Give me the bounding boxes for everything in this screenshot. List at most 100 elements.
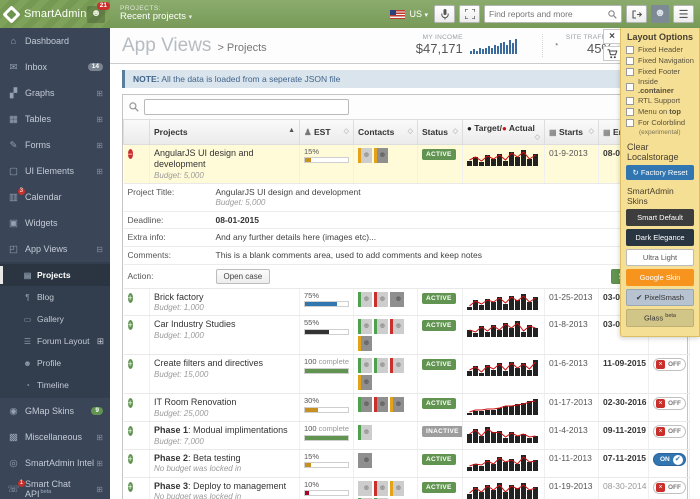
activity-button[interactable]: ☻21 [87,6,105,23]
tracked-toggle-on[interactable]: ON✔ [653,453,686,466]
contact-avatar[interactable]: ☻ [374,358,388,373]
table-row[interactable]: −AngularJS UI design and development Bud… [124,145,690,184]
sidebar-item-forms[interactable]: ✎Forms⊞ [0,132,110,158]
contact-avatar[interactable]: ☻ [390,397,404,412]
menu-toggle-button[interactable]: ☰ [673,5,694,23]
col-status[interactable]: Status◇ [418,120,463,145]
contact-avatar[interactable]: ☻ [390,319,404,334]
skin-button-pixelsmash[interactable]: ✔ PixelSmash [626,289,694,306]
sidebar-item-tables[interactable]: ▦Tables⊞ [0,106,110,132]
table-row[interactable]: +Phase 3: Deploy to management No budget… [124,477,690,499]
expand-plus-icon[interactable]: ⊞ [96,141,103,150]
sidebar-item-profile[interactable]: ☻Profile [0,352,110,374]
expand-row-button[interactable]: + [128,320,133,330]
contact-avatar[interactable]: ☻ [358,397,372,412]
table-row[interactable]: +Phase 1: Modual implimentations Budget:… [124,422,690,450]
sidebar-item-smart-chat-api[interactable]: ☏1Smart Chat APIbeta⊞ [0,476,110,499]
tracked-toggle-off[interactable]: ×OFF [653,397,686,410]
col-contacts[interactable]: Contacts◇ [354,120,418,145]
contact-avatar[interactable]: ☻ [358,292,372,307]
table-row[interactable]: +Phase 2: Beta testing No budget was loc… [124,450,690,478]
sidebar-item-timeline[interactable]: ◔Timeline [0,374,110,396]
contact-avatar[interactable]: ☻ [374,319,388,334]
layout-option-fixed-navigation[interactable]: Fixed Navigation [626,57,694,65]
contact-avatar[interactable]: ☻ [390,358,404,373]
expand-plus-icon[interactable]: ⊞ [96,167,103,176]
expand-row-button[interactable]: + [128,293,133,303]
factory-reset-button[interactable]: ↻ Factory Reset [626,165,694,180]
search-icon[interactable] [608,10,617,19]
contact-avatar[interactable]: ☻ [390,292,404,307]
table-filter-input[interactable] [144,99,349,115]
checkbox[interactable] [626,68,634,76]
col-target-actual[interactable]: ● Target/● Actual◇ [463,120,545,145]
contact-avatar[interactable]: ☻ [358,148,372,163]
skin-button-google-skin[interactable]: Google Skin [626,269,694,286]
expand-plus-icon[interactable]: ⊞ [96,485,103,494]
layout-option-menu-on[interactable]: Menu on top [626,108,694,116]
expand-row-button[interactable]: + [128,482,133,492]
contact-avatar[interactable]: ☻ [358,358,372,373]
sidebar-item-smartadmin-intel[interactable]: ◎SmartAdmin Intel⊞ [0,450,110,476]
col-est[interactable]: ♟ EST◇ [300,120,354,145]
col-projects[interactable]: Projects▲ [150,120,300,145]
checkbox[interactable] [626,119,634,127]
table-row[interactable]: +Create filters and directives Budget: 1… [124,355,690,394]
layout-option-for-colorblind[interactable]: For Colorblind [626,119,694,127]
sidebar-item-gallery[interactable]: ▭Gallery [0,308,110,330]
contact-avatar[interactable]: ☻ [374,148,388,163]
sidebar-item-miscellaneous[interactable]: ▩Miscellaneous⊞ [0,424,110,450]
expand-plus-icon[interactable]: ⊞ [96,459,103,468]
tracked-toggle-off[interactable]: ×OFF [653,358,686,371]
contact-avatar[interactable]: ☻ [358,375,372,390]
recent-projects-dropdown[interactable]: Recent projects ▾ [120,12,192,22]
contact-avatar[interactable]: ☻ [374,292,388,307]
contact-avatar[interactable]: ☻ [374,481,388,496]
sidebar-item-ui-elements[interactable]: ▢UI Elements⊞ [0,158,110,184]
contact-avatar[interactable]: ☻ [358,336,372,351]
close-panel-button[interactable]: × [603,29,620,44]
header-search-input[interactable] [489,9,608,19]
voice-command-button[interactable] [434,5,455,23]
sidebar-item-graphs[interactable]: ▞Graphs⊞ [0,80,110,106]
tracked-toggle-off[interactable]: ×OFF [653,481,686,494]
contact-avatar[interactable]: ☻ [358,453,372,468]
checkbox[interactable] [626,83,634,91]
contact-avatar[interactable]: ☻ [358,425,372,440]
sidebar-item-app-views[interactable]: ◰App Views⊟ [0,236,110,262]
sidebar-item-forum-layout[interactable]: ☰Forum Layout⊞ [0,330,110,352]
logout-button[interactable] [626,5,647,23]
sidebar-item-blog[interactable]: ¶Blog [0,286,110,308]
expand-row-button[interactable]: + [128,454,133,464]
expand-row-button[interactable]: + [128,426,133,436]
table-row[interactable]: +Car Industry Studies Budget: 1,00055%☻☻… [124,316,690,355]
expand-plus-icon[interactable]: ⊞ [96,433,103,442]
skin-button-dark-elegance[interactable]: Dark Elegance [626,229,694,246]
skin-button-ultra-light[interactable]: Ultra Light [626,249,694,266]
sidebar-item-widgets[interactable]: ▣Widgets [0,210,110,236]
table-row[interactable]: +IT Room Renovation Budget: 25,00030%☻☻☻… [124,394,690,422]
contact-avatar[interactable]: ☻ [374,397,388,412]
checkbox[interactable] [626,108,634,116]
layout-option-fixed-footer[interactable]: Fixed Footer [626,68,694,76]
checkbox[interactable] [626,57,634,65]
user-avatar[interactable]: ☻ [651,5,669,23]
checkbox[interactable] [626,46,634,54]
expand-row-button[interactable]: + [128,398,133,408]
collapse-row-button[interactable]: − [128,149,133,159]
fullscreen-button[interactable] [459,5,480,23]
collapse-minus-icon[interactable]: ⊟ [96,245,103,254]
sidebar-item-projects[interactable]: ▤Projects [0,264,110,286]
checkbox[interactable] [626,97,634,105]
tracked-toggle-off[interactable]: ×OFF [653,425,686,438]
open-case-button[interactable]: Open case [216,269,271,284]
expand-row-button[interactable]: + [128,359,133,369]
contact-avatar[interactable]: ☻ [390,481,404,496]
expand-plus-icon[interactable]: ⊞ [97,336,104,347]
sidebar-item-gmap-skins[interactable]: ◉GMap Skins9 [0,398,110,424]
table-row[interactable]: +Brick factory Budget: 1,00075%☻☻☻ACTIVE… [124,288,690,316]
skin-button-glass[interactable]: Glass beta [626,309,694,327]
layout-option-rtl-support[interactable]: RTL Support [626,97,694,105]
layout-option-inside[interactable]: Inside .container [626,78,694,95]
col-starts[interactable]: ▦ Starts◇ [545,120,599,145]
